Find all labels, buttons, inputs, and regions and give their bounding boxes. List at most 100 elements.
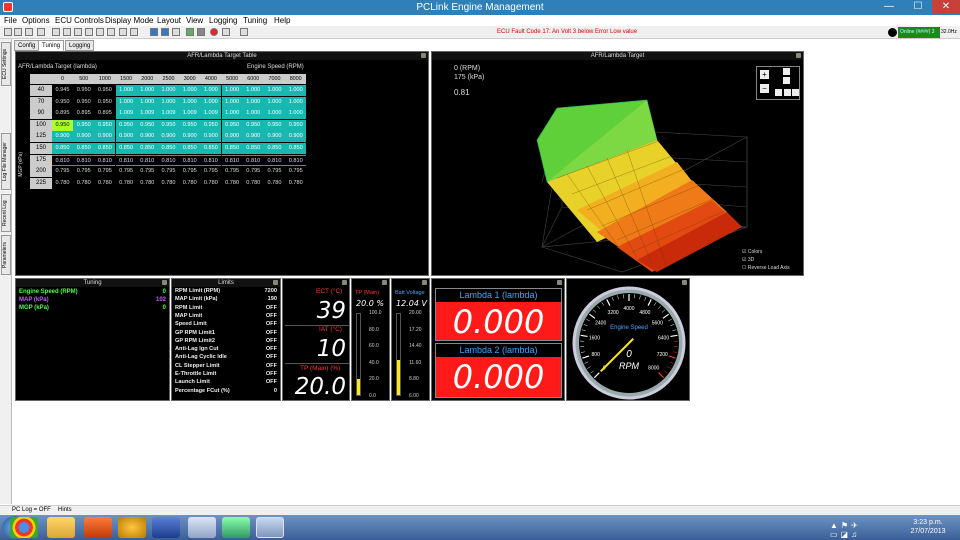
table-cell[interactable]: 0.895 bbox=[94, 108, 115, 119]
menu-ecu-controls[interactable]: ECU Controls bbox=[55, 15, 104, 26]
chrome-icon[interactable] bbox=[10, 517, 38, 538]
table-cell[interactable]: 0.945 bbox=[52, 85, 73, 96]
table-cell[interactable]: 0.850 bbox=[264, 143, 285, 154]
rotate-left-icon[interactable] bbox=[775, 89, 782, 96]
table-cell[interactable]: 0.780 bbox=[116, 178, 137, 189]
table-cell[interactable]: 0.850 bbox=[179, 143, 201, 154]
table-cell[interactable]: 0.950 bbox=[221, 119, 243, 131]
panel-options-icon[interactable] bbox=[796, 53, 801, 58]
table-cell[interactable]: 0.795 bbox=[222, 166, 243, 177]
tab-logging[interactable]: Logging bbox=[65, 40, 95, 51]
table-cell[interactable]: 0.850 bbox=[200, 143, 222, 154]
table-cell[interactable]: 1.000 bbox=[264, 85, 285, 96]
pclink-taskbar-icon[interactable] bbox=[256, 517, 284, 538]
table-cell[interactable]: 0.950 bbox=[179, 119, 201, 131]
table-cell[interactable]: 0.950 bbox=[94, 97, 115, 108]
table-cell[interactable]: 1.009 bbox=[158, 108, 179, 120]
table-cell[interactable]: 0.950 bbox=[264, 119, 285, 131]
table-cell[interactable]: 0.780 bbox=[200, 178, 221, 189]
reverse-load-axis-checkbox[interactable]: ☐ Reverse Load Axis bbox=[742, 264, 790, 272]
connect-icon[interactable] bbox=[52, 28, 60, 36]
layout2-icon[interactable] bbox=[161, 28, 169, 36]
table-cell[interactable]: 0.900 bbox=[73, 131, 95, 143]
table-cell[interactable]: 1.000 bbox=[115, 96, 137, 108]
side-tab-log-file-manager[interactable]: Log File Manager bbox=[1, 133, 11, 190]
panel-options-icon[interactable] bbox=[682, 280, 687, 285]
table-cell[interactable]: 0.810 bbox=[73, 154, 95, 166]
zoom-in-button[interactable]: + bbox=[760, 70, 769, 79]
table-cell[interactable]: 0.780 bbox=[179, 178, 200, 189]
table-cell[interactable]: 0.810 bbox=[52, 154, 73, 166]
menu-file[interactable]: File bbox=[4, 15, 17, 26]
3d-surface[interactable] bbox=[527, 82, 757, 277]
table-cell[interactable]: 0.900 bbox=[242, 131, 264, 143]
3d-checkbox[interactable]: ☑ 3D bbox=[742, 256, 790, 264]
menu-tuning[interactable]: Tuning bbox=[243, 15, 267, 26]
office-icon[interactable] bbox=[84, 517, 112, 538]
table-cell[interactable]: 0.895 bbox=[52, 108, 73, 119]
table-cell[interactable]: 0.810 bbox=[221, 154, 243, 166]
print-icon[interactable] bbox=[37, 28, 45, 36]
table-cell[interactable]: 1.000 bbox=[264, 108, 285, 120]
table-cell[interactable]: 0.780 bbox=[158, 178, 179, 189]
panel-options-icon[interactable] bbox=[557, 280, 562, 285]
table-cell[interactable]: 1.000 bbox=[179, 96, 201, 108]
disconnect-icon[interactable] bbox=[63, 28, 71, 36]
panel-options-icon[interactable] bbox=[382, 280, 387, 285]
side-tab-ecu-settings[interactable]: ECU Settings bbox=[1, 42, 11, 86]
table-cell[interactable]: 0.900 bbox=[200, 131, 222, 143]
panel-options-icon[interactable] bbox=[273, 280, 278, 285]
app-icon-7[interactable] bbox=[222, 517, 250, 538]
clock[interactable]: 3:23 p.m. 27/07/2013 bbox=[900, 518, 956, 536]
record-icon[interactable] bbox=[210, 28, 218, 36]
table-cell[interactable]: 0.950 bbox=[94, 85, 115, 96]
panel-options-icon[interactable] bbox=[162, 280, 167, 285]
panel-options-icon[interactable] bbox=[421, 53, 426, 58]
table-cell[interactable]: 0.850 bbox=[242, 143, 264, 154]
table-cell[interactable]: 0.780 bbox=[285, 178, 306, 189]
table-cell[interactable]: 0.850 bbox=[115, 143, 137, 154]
table-cell[interactable]: 0.810 bbox=[285, 154, 307, 166]
table-cell[interactable]: 0.950 bbox=[115, 119, 137, 131]
table-cell[interactable]: 0.810 bbox=[200, 154, 222, 166]
layout3-icon[interactable] bbox=[172, 28, 180, 36]
compare-icon[interactable] bbox=[96, 28, 104, 36]
table-cell[interactable]: 0.810 bbox=[158, 154, 179, 166]
table-cell[interactable]: 0.810 bbox=[264, 154, 285, 166]
network-icon[interactable] bbox=[118, 517, 146, 538]
panel-options-icon[interactable] bbox=[342, 280, 347, 285]
table-cell[interactable]: 0.900 bbox=[221, 131, 243, 143]
table-cell[interactable]: 0.795 bbox=[158, 166, 179, 177]
table-cell[interactable]: 0.850 bbox=[221, 143, 243, 154]
table-cell[interactable]: 0.810 bbox=[115, 154, 137, 166]
table-cell[interactable]: 0.810 bbox=[94, 154, 116, 166]
table-cell[interactable]: 0.780 bbox=[243, 178, 264, 189]
table-cell[interactable]: 0.950 bbox=[94, 119, 116, 131]
table-cell[interactable]: 0.795 bbox=[116, 166, 137, 177]
table-cell[interactable]: 1.000 bbox=[221, 85, 243, 96]
table-cell[interactable]: 0.950 bbox=[158, 119, 179, 131]
table-cell[interactable]: 1.000 bbox=[285, 85, 307, 96]
table-cell[interactable]: 1.000 bbox=[136, 85, 158, 96]
table-cell[interactable]: 1.000 bbox=[200, 96, 222, 108]
table-cell[interactable]: 0.780 bbox=[222, 178, 243, 189]
table-cell[interactable]: 1.000 bbox=[221, 108, 243, 120]
rotate-right-icon[interactable] bbox=[792, 89, 799, 96]
table-cell[interactable]: 1.009 bbox=[200, 108, 222, 120]
table-cell[interactable]: 0.850 bbox=[136, 143, 158, 154]
tab-config[interactable]: Config bbox=[14, 40, 40, 51]
open-icon[interactable] bbox=[14, 28, 22, 36]
table-cell[interactable]: 0.900 bbox=[264, 131, 285, 143]
table-cell[interactable]: 1.009 bbox=[179, 108, 201, 120]
rotate-down-icon[interactable] bbox=[783, 77, 790, 84]
table-cell[interactable]: 0.795 bbox=[285, 166, 306, 177]
table-cell[interactable]: 1.000 bbox=[115, 85, 137, 96]
explorer-icon[interactable] bbox=[47, 517, 75, 538]
play-icon[interactable] bbox=[186, 28, 194, 36]
layout1-icon[interactable] bbox=[150, 28, 158, 36]
table-cell[interactable]: 0.895 bbox=[73, 108, 94, 119]
table-cell[interactable]: 1.000 bbox=[221, 96, 243, 108]
table-cell[interactable]: 0.850 bbox=[94, 143, 116, 154]
table-cell[interactable]: 0.795 bbox=[264, 166, 285, 177]
table-cell[interactable]: 0.795 bbox=[200, 166, 221, 177]
